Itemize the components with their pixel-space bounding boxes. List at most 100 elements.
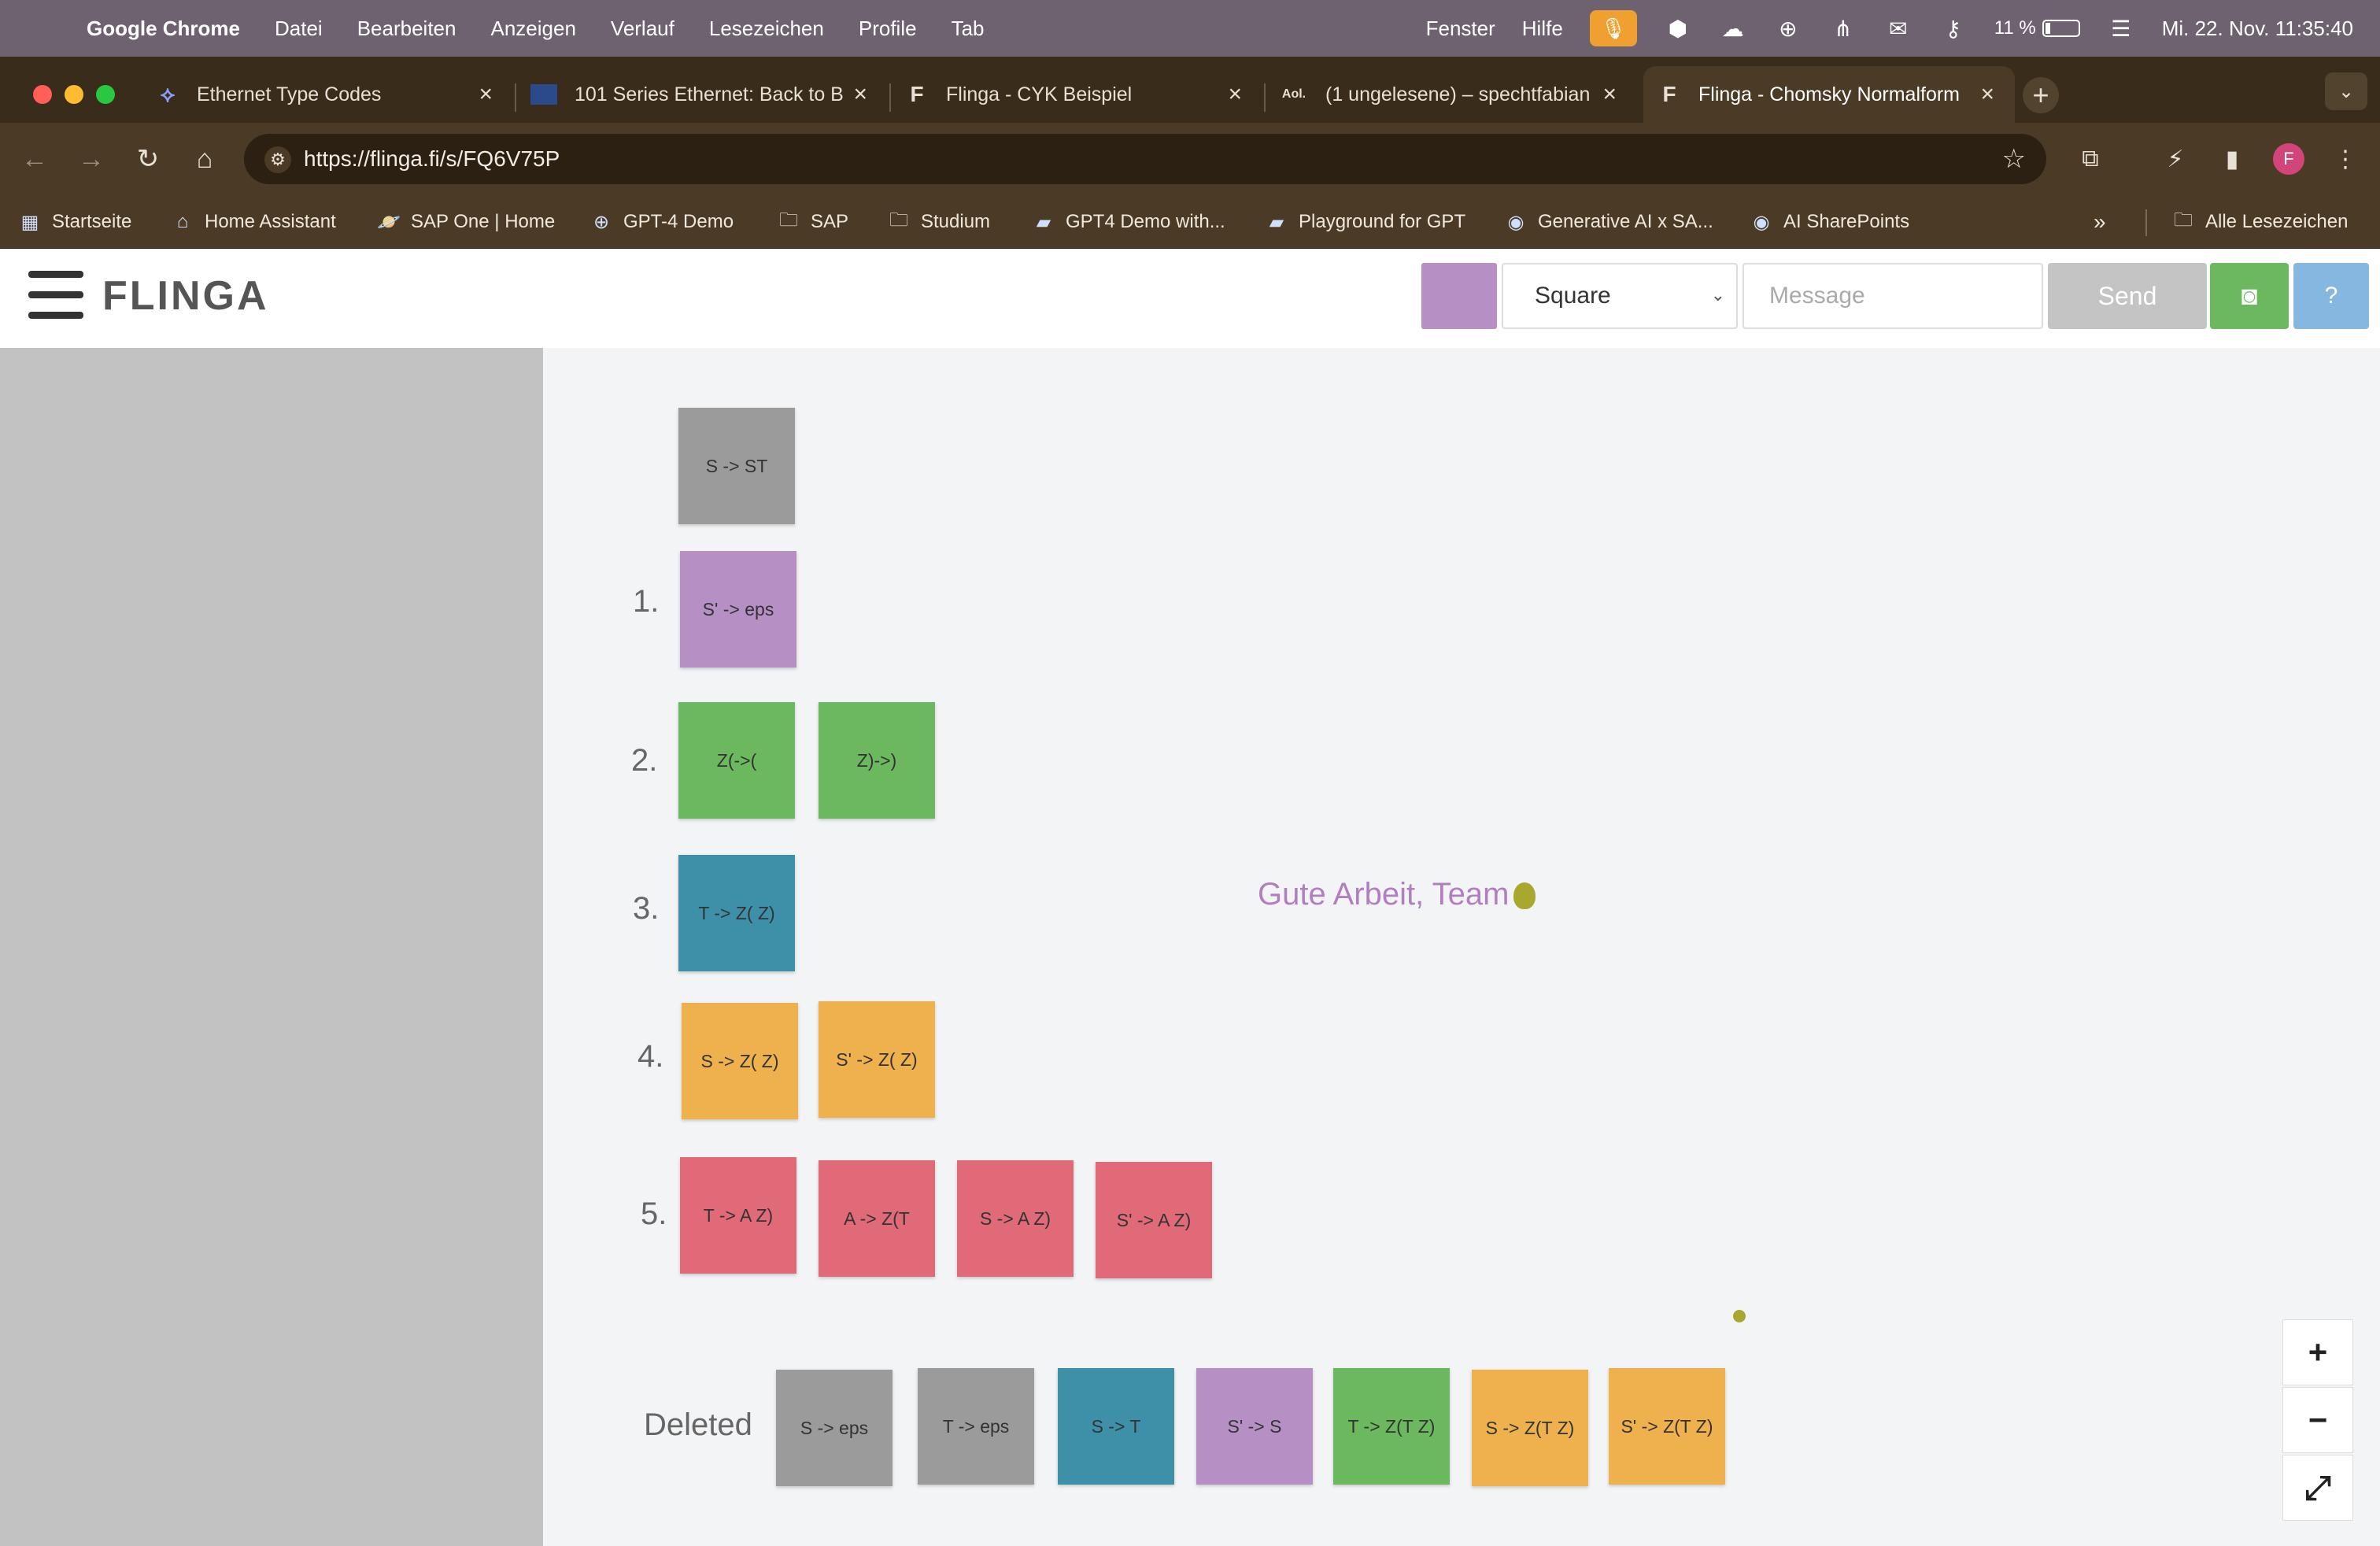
- send-button[interactable]: Send: [2048, 263, 2207, 329]
- sidebar-panel: [0, 348, 543, 1546]
- menu-clock[interactable]: Mi. 22. Nov. 11:35:40: [2162, 17, 2353, 41]
- chevron-double-right-icon[interactable]: »: [2094, 209, 2106, 235]
- airpods-icon[interactable]: ⋔: [1829, 14, 1857, 43]
- forward-icon[interactable]: →: [74, 142, 109, 176]
- browser-toolbar: ← → ↻ ⌂ ⚙ https://flinga.fi/s/FQ6V75P ☆ …: [0, 123, 2380, 195]
- close-icon[interactable]: ×: [1602, 81, 1617, 108]
- sticky-note[interactable]: S' -> A Z): [1096, 1162, 1212, 1278]
- menu-anzeigen[interactable]: Anzeigen: [490, 17, 575, 41]
- key-icon[interactable]: ⚷: [1939, 14, 1968, 43]
- bookmark-gpt4-demo[interactable]: ⊕ GPT-4 Demo: [589, 206, 734, 238]
- message-input[interactable]: Message: [1743, 263, 2043, 329]
- site-info-icon[interactable]: ⚙: [264, 146, 291, 173]
- menu-verlauf[interactable]: Verlauf: [611, 17, 674, 41]
- shape-select[interactable]: Square ⌄: [1502, 263, 1738, 329]
- back-icon[interactable]: ←: [17, 142, 52, 176]
- sticky-note[interactable]: S -> Z( Z): [682, 1003, 798, 1119]
- whiteboard-canvas[interactable]: [543, 348, 2380, 1546]
- sticky-note[interactable]: Z(->(: [678, 702, 795, 819]
- menu-tab[interactable]: Tab: [952, 17, 985, 41]
- flinga-icon: F: [1662, 82, 1676, 106]
- sticky-note[interactable]: S' -> Z(T Z): [1609, 1368, 1725, 1485]
- bookmark-star-icon[interactable]: ☆: [2002, 143, 2026, 175]
- close-icon[interactable]: ×: [1228, 81, 1242, 108]
- address-bar[interactable]: ⚙ https://flinga.fi/s/FQ6V75P ☆: [244, 134, 2046, 184]
- sticky-note[interactable]: S -> eps: [776, 1370, 893, 1486]
- sticky-note[interactable]: Z)->): [819, 702, 935, 819]
- sticky-note[interactable]: S -> T: [1058, 1368, 1174, 1485]
- color-picker-button[interactable]: [1421, 263, 1497, 329]
- bookmark-playground-gpt[interactable]: ▰ Playground for GPT: [1264, 206, 1465, 238]
- aol-icon: Aol.: [1281, 87, 1306, 101]
- sharepoint-icon: ◉: [1753, 211, 1770, 233]
- close-icon[interactable]: ×: [853, 81, 867, 108]
- window-zoom-icon[interactable]: [96, 85, 115, 104]
- tab-title: Flinga - CYK Beispiel: [946, 83, 1133, 105]
- control-center-icon[interactable]: ☰: [2107, 14, 2135, 43]
- sticky-note[interactable]: S' -> eps: [680, 551, 796, 668]
- zoom-in-button[interactable]: +: [2282, 1319, 2353, 1385]
- fit-to-screen-button[interactable]: ⤢: [2282, 1455, 2353, 1521]
- bookmark-folder-studium[interactable]: 🗀 Studium: [886, 206, 990, 238]
- tab-search-button[interactable]: ⌄: [2325, 72, 2367, 110]
- new-tab-button[interactable]: +: [2023, 77, 2059, 113]
- menu-bearbeiten[interactable]: Bearbeiten: [357, 17, 456, 41]
- tab-flinga-cyk[interactable]: F Flinga - CYK Beispiel ×: [891, 66, 1262, 123]
- tab-aol-mail[interactable]: Aol. (1 ungelesene) – spechtfabian ×: [1266, 66, 1637, 123]
- performance-icon[interactable]: ⚡: [2160, 143, 2191, 175]
- sticky-note[interactable]: T -> Z( Z): [678, 855, 795, 971]
- reload-icon[interactable]: ↻: [131, 142, 165, 176]
- microphone-icon[interactable]: 🎙: [1589, 10, 1637, 46]
- menu-fenster[interactable]: Fenster: [1426, 17, 1495, 41]
- menu-lesezeichen[interactable]: Lesezeichen: [709, 17, 824, 41]
- side-panel-icon[interactable]: ▮: [2216, 143, 2248, 175]
- sticky-note[interactable]: S' -> Z( Z): [819, 1001, 935, 1118]
- pear-icon[interactable]: [1733, 1310, 1746, 1322]
- outlook-icon[interactable]: ✉: [1884, 14, 1913, 43]
- folder-icon: 🗀: [779, 209, 798, 231]
- bookmark-home-assistant[interactable]: ⌂ Home Assistant: [170, 206, 336, 238]
- cube-icon[interactable]: ⬢: [1664, 14, 1692, 43]
- bookmark-gpt4-demo-with[interactable]: ▰ GPT4 Demo with...: [1031, 206, 1225, 238]
- close-icon[interactable]: ×: [1980, 81, 1994, 108]
- bookmark-ai-sharepoints[interactable]: ◉ AI SharePoints: [1749, 206, 1910, 238]
- tab-ethernet-type-codes[interactable]: ⟡ Ethernet Type Codes ×: [142, 66, 513, 123]
- sticky-note[interactable]: S -> Z(T Z): [1472, 1370, 1588, 1486]
- sticky-note[interactable]: S -> A Z): [957, 1160, 1074, 1277]
- menu-profile[interactable]: Profile: [859, 17, 917, 41]
- zoom-out-button[interactable]: −: [2282, 1387, 2353, 1453]
- sticky-note[interactable]: T -> eps: [918, 1368, 1034, 1485]
- bookmark-folder-sap[interactable]: 🗀 SAP: [776, 206, 848, 238]
- home-icon[interactable]: ⌂: [187, 142, 222, 176]
- menu-hilfe[interactable]: Hilfe: [1522, 17, 1563, 41]
- extensions-icon[interactable]: ⧉: [2075, 143, 2106, 175]
- tab-flinga-chomsky[interactable]: F Flinga - Chomsky Normalform ×: [1643, 66, 2015, 123]
- menu-status-area: Fenster Hilfe 🎙 ⬢ ☁ ⊕ ⋔ ✉ ⚷ 11 % ☰ Mi. 2…: [1426, 0, 2353, 57]
- more-menu-icon[interactable]: ⋮: [2330, 143, 2361, 175]
- home-assistant-icon: ⌂: [176, 211, 189, 232]
- menu-datei[interactable]: Datei: [275, 17, 323, 41]
- profile-avatar[interactable]: F: [2273, 143, 2304, 175]
- bookmark-startseite[interactable]: ▦ Startseite: [17, 206, 132, 238]
- sticky-note[interactable]: T -> Z(T Z): [1333, 1368, 1450, 1485]
- sticky-note[interactable]: S' -> S: [1196, 1368, 1313, 1485]
- help-button[interactable]: ?: [2293, 263, 2369, 329]
- window-close-icon[interactable]: [33, 85, 52, 104]
- tab-101-series-ethernet[interactable]: 101 Series Ethernet: Back to B ×: [516, 66, 888, 123]
- camera-button[interactable]: ◙: [2210, 263, 2289, 329]
- sticky-note[interactable]: S -> ST: [678, 408, 795, 524]
- close-icon[interactable]: ×: [479, 81, 493, 108]
- canvas-text-note[interactable]: Gute Arbeit, Team: [1258, 877, 1536, 912]
- row-number-3: 3.: [633, 891, 660, 926]
- window-minimize-icon[interactable]: [65, 85, 83, 104]
- bookmark-sap-one[interactable]: 🪐 SAP One | Home: [376, 206, 555, 238]
- hamburger-menu-icon[interactable]: [28, 269, 83, 321]
- bookmark-all-bookmarks[interactable]: 🗀 Alle Lesezeichen: [2171, 206, 2348, 238]
- menu-app-name[interactable]: Google Chrome: [87, 17, 240, 41]
- sticky-note[interactable]: T -> A Z): [680, 1157, 796, 1274]
- sticky-note[interactable]: A -> Z(T: [819, 1160, 935, 1277]
- cloud-icon[interactable]: ☁: [1719, 14, 1747, 43]
- globe-icon[interactable]: ⊕: [1774, 14, 1802, 43]
- battery-status[interactable]: 11 %: [1994, 17, 2080, 39]
- bookmark-generative-ai[interactable]: ◉ Generative AI x SA...: [1503, 206, 1713, 238]
